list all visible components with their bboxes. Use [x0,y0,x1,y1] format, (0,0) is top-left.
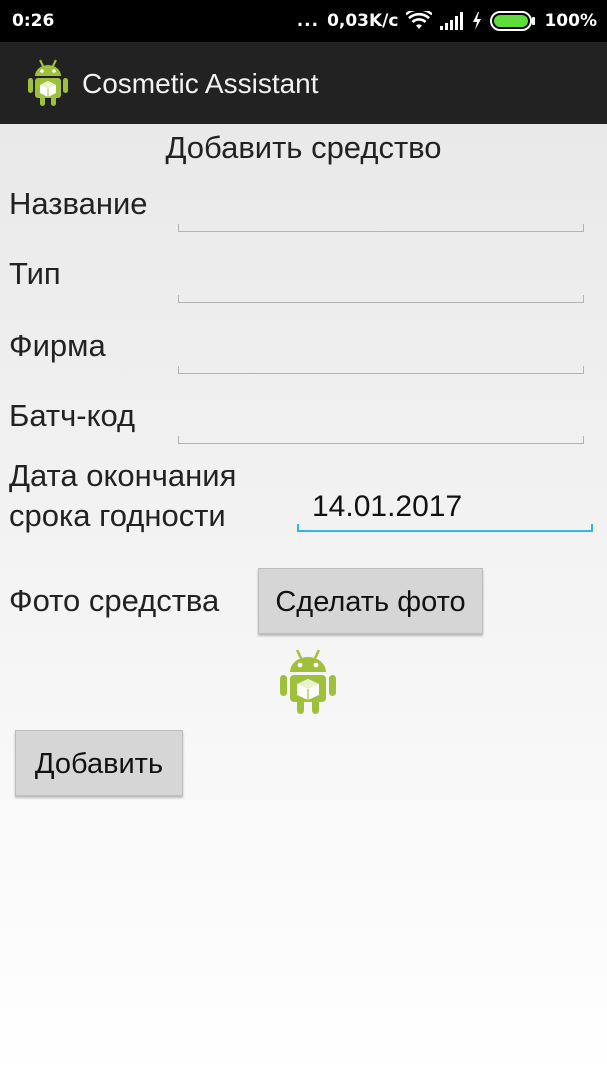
app-bar: Cosmetic Assistant [0,42,607,124]
type-label: Тип [9,256,61,291]
signal-icon [440,12,464,30]
batch-code-input[interactable] [178,436,584,444]
expiry-date-input[interactable]: 14.01.2017 [297,484,593,532]
app-title: Cosmetic Assistant [82,68,319,99]
batch-code-label: Батч-код [9,398,136,433]
name-label: Название [9,186,148,221]
expiry-date-value: 14.01.2017 [312,490,463,523]
expiry-label-line2: срока годности [9,498,226,534]
status-dots: ... [296,11,320,31]
take-photo-button[interactable]: Сделать фото [258,568,483,634]
name-input[interactable] [178,224,584,232]
brand-label: Фирма [9,328,106,363]
screen-title: Добавить средство [165,130,442,165]
type-input[interactable] [178,295,584,303]
network-speed: 0,03K/c [327,11,399,31]
status-icons: ... 0,03K/c 100% [297,11,597,31]
photo-label: Фото средства [9,583,220,618]
expiry-label-line1: Дата окончания [9,458,237,493]
expiry-date-underline [297,524,593,532]
brand-input[interactable] [178,366,584,374]
android-product-icon [280,649,336,714]
status-time: 0:26 [12,11,55,31]
charging-bolt-icon [473,12,482,30]
add-button[interactable]: Добавить [15,730,183,796]
android-logo-icon [28,59,68,106]
expiry-date-label: Дата окончания срока годности [9,456,236,537]
battery-percent: 100% [544,11,597,31]
battery-icon [490,11,536,31]
status-bar: 0:26 ... 0,03K/c 100% [0,0,607,42]
wifi-icon [406,11,433,29]
